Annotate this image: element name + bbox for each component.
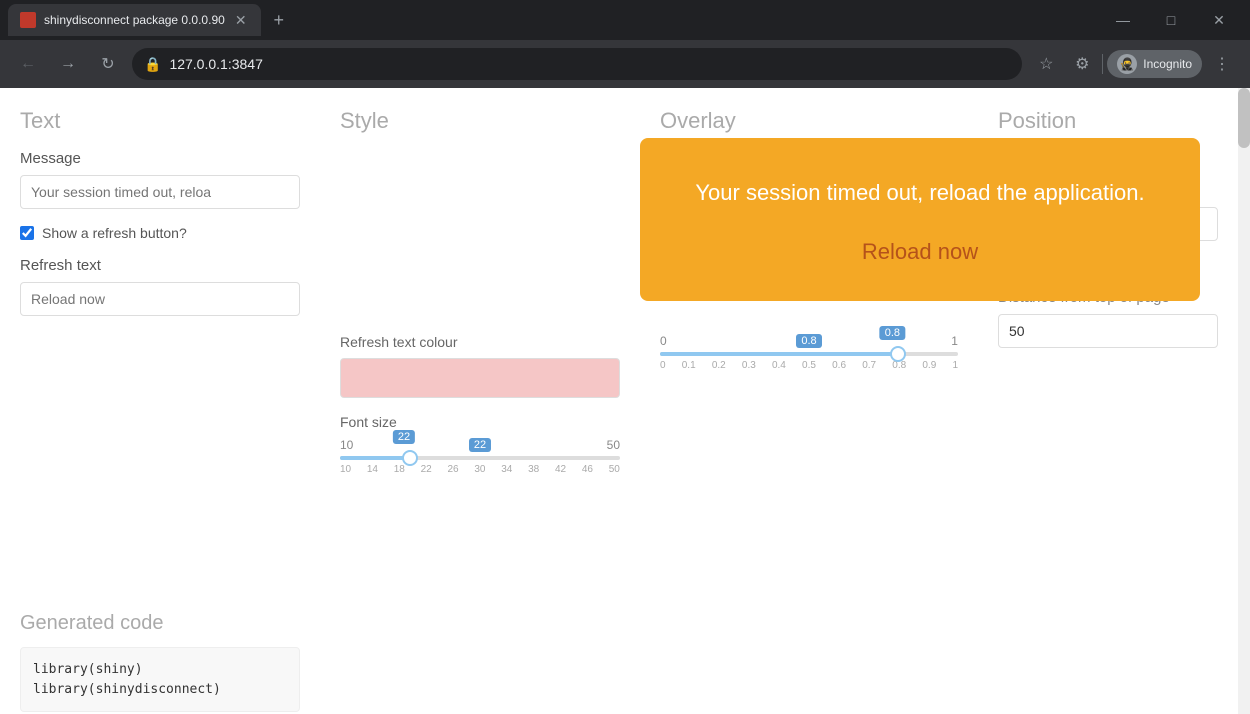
style-panel: Style Refresh text colour Font size 10 2… <box>320 88 640 714</box>
op-tick-06: 0.6 <box>832 360 846 371</box>
opacity-slider-fill <box>660 352 898 356</box>
opacity-max: 1 <box>951 334 958 348</box>
opacity-slider-thumb[interactable]: 0.8 <box>890 346 906 362</box>
tab-close-button[interactable]: ✕ <box>233 12 249 28</box>
tab-favicon <box>20 12 36 28</box>
message-label: Message <box>20 150 300 167</box>
font-size-slider-fill <box>340 456 410 460</box>
show-refresh-row: Show a refresh button? <box>20 225 300 241</box>
tick-22: 22 <box>421 464 432 475</box>
distance-input[interactable] <box>998 314 1218 348</box>
opacity-slider-track[interactable]: 0.8 <box>660 352 958 356</box>
bookmark-button[interactable]: ☆ <box>1030 48 1062 80</box>
message-input[interactable] <box>20 175 300 209</box>
maximize-button[interactable]: □ <box>1148 4 1194 36</box>
back-button[interactable]: ← <box>12 48 44 80</box>
scrollbar-thumb[interactable] <box>1238 88 1250 148</box>
tick-18: 18 <box>394 464 405 475</box>
color-swatch[interactable] <box>340 358 620 398</box>
tick-10: 10 <box>340 464 351 475</box>
refresh-colour-label: Refresh text colour <box>340 334 620 350</box>
reload-button[interactable]: ↻ <box>92 48 124 80</box>
opacity-thumb-label: 0.8 <box>880 326 905 340</box>
incognito-label: Incognito <box>1143 57 1192 71</box>
code-line-1: library(shiny) <box>33 660 287 680</box>
op-tick-09: 0.9 <box>922 360 936 371</box>
op-tick-1: 1 <box>952 360 958 371</box>
tick-50: 50 <box>609 464 620 475</box>
overlay-main-text: Your session timed out, reload the appli… <box>680 178 1160 209</box>
opacity-labels: 0 0.8 1 <box>660 334 958 348</box>
menu-button[interactable]: ⋮ <box>1206 48 1238 80</box>
url-lock-icon: 🔒 <box>144 56 161 73</box>
op-tick-02: 0.2 <box>712 360 726 371</box>
page-content: Text Message Show a refresh button? Refr… <box>0 88 1250 714</box>
font-size-value: 22 <box>469 438 491 452</box>
refresh-text-label: Refresh text <box>20 257 300 274</box>
tick-42: 42 <box>555 464 566 475</box>
op-tick-03: 0.3 <box>742 360 756 371</box>
op-tick-05: 0.5 <box>802 360 816 371</box>
op-tick-07: 0.7 <box>862 360 876 371</box>
font-size-thumb-label: 22 <box>393 430 415 444</box>
code-line-2: library(shinydisconnect) <box>33 680 287 700</box>
op-tick-01: 0.1 <box>682 360 696 371</box>
panel-container: Text Message Show a refresh button? Refr… <box>0 88 1238 714</box>
show-refresh-checkbox[interactable] <box>20 226 34 240</box>
font-size-slider-track[interactable]: 22 <box>340 456 620 460</box>
minimize-button[interactable]: — <box>1100 4 1146 36</box>
incognito-icon: 🥷 <box>1117 54 1137 74</box>
opacity-value: 0.8 <box>796 334 821 348</box>
tick-30: 30 <box>474 464 485 475</box>
overlay-panel-title: Overlay <box>660 108 958 134</box>
opacity-min: 0 <box>660 334 667 348</box>
position-panel-title: Position <box>998 108 1218 134</box>
title-bar: shinydisconnect package 0.0.0.90 ✕ + — □… <box>0 0 1250 40</box>
font-size-label: Font size <box>340 414 620 430</box>
font-size-slider-section: 10 22 50 22 10 14 18 22 <box>340 438 620 475</box>
generated-code-title: Generated code <box>20 612 300 635</box>
text-panel: Text Message Show a refresh button? Refr… <box>0 88 320 714</box>
incognito-badge: 🥷 Incognito <box>1107 50 1202 78</box>
generated-code-section: Generated code library(shiny) library(sh… <box>20 612 300 712</box>
show-refresh-label: Show a refresh button? <box>42 225 187 241</box>
font-size-slider-thumb[interactable]: 22 <box>402 450 418 466</box>
close-button[interactable]: ✕ <box>1196 4 1242 36</box>
style-controls: Refresh text colour Font size 10 22 50 2… <box>340 334 620 475</box>
forward-button[interactable]: → <box>52 48 84 80</box>
op-tick-0: 0 <box>660 360 666 371</box>
text-panel-title: Text <box>20 108 300 134</box>
tick-34: 34 <box>501 464 512 475</box>
code-block: library(shiny) library(shinydisconnect) <box>20 647 300 712</box>
op-tick-04: 0.4 <box>772 360 786 371</box>
tick-14: 14 <box>367 464 378 475</box>
toolbar-right: ☆ ⚙ 🥷 Incognito ⋮ <box>1030 48 1238 80</box>
style-panel-title: Style <box>340 108 620 134</box>
slider-range-labels: 10 22 50 <box>340 438 620 452</box>
overlay-reload-button[interactable]: Reload now <box>862 239 978 265</box>
font-size-min: 10 <box>340 438 353 452</box>
extensions-button[interactable]: ⚙ <box>1066 48 1098 80</box>
scrollbar[interactable] <box>1238 88 1250 714</box>
tick-46: 46 <box>582 464 593 475</box>
url-bar[interactable]: 🔒 127.0.0.1:3847 <box>132 48 1022 80</box>
font-size-max: 50 <box>607 438 620 452</box>
window-controls: — □ ✕ <box>1100 4 1242 36</box>
tab-title: shinydisconnect package 0.0.0.90 <box>44 13 225 27</box>
opacity-ticks: 0 0.1 0.2 0.3 0.4 0.5 0.6 0.7 0.8 0.9 1 <box>660 360 958 371</box>
url-text: 127.0.0.1:3847 <box>169 56 262 72</box>
font-size-ticks: 10 14 18 22 26 30 34 38 42 46 50 <box>340 464 620 475</box>
overlay-panel: Overlay 0 0.8 1 0.8 0 0.1 0.2 <box>640 88 978 714</box>
tick-38: 38 <box>528 464 539 475</box>
opacity-section: 0 0.8 1 0.8 0 0.1 0.2 0.3 0.4 0.5 <box>660 334 958 371</box>
browser-chrome: shinydisconnect package 0.0.0.90 ✕ + — □… <box>0 0 1250 88</box>
address-bar: ← → ↻ 🔒 127.0.0.1:3847 ☆ ⚙ 🥷 Incognito ⋮ <box>0 40 1250 88</box>
tick-26: 26 <box>448 464 459 475</box>
refresh-text-input[interactable] <box>20 282 300 316</box>
overlay-modal: Your session timed out, reload the appli… <box>640 138 1200 301</box>
toolbar-divider <box>1102 54 1103 74</box>
new-tab-button[interactable]: + <box>265 6 293 34</box>
browser-tab[interactable]: shinydisconnect package 0.0.0.90 ✕ <box>8 4 261 36</box>
